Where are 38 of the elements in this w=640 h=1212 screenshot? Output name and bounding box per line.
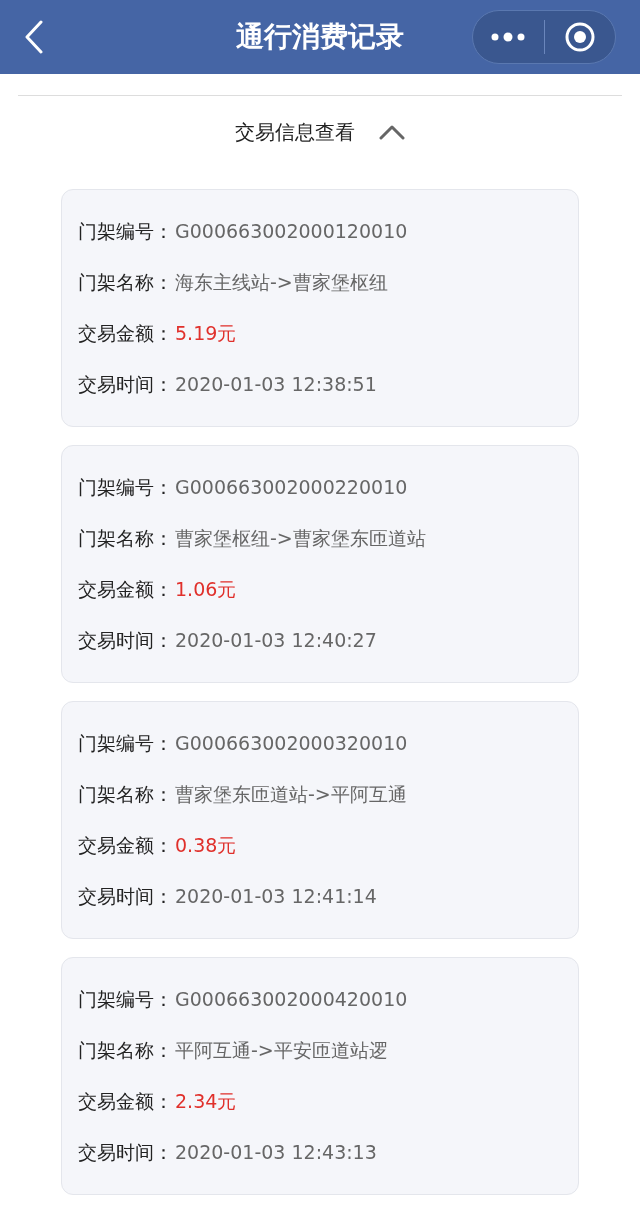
field-value: G000663002000320010: [175, 731, 408, 757]
section-toggle[interactable]: 交易信息查看: [235, 110, 405, 154]
field-label: 交易金额：: [78, 833, 173, 859]
field-label: 门架编号：: [78, 987, 173, 1013]
field-label: 门架编号：: [78, 475, 173, 501]
field-label: 门架编号：: [78, 731, 173, 757]
field-label: 交易金额：: [78, 321, 173, 347]
field-label: 门架名称：: [78, 782, 173, 808]
field-value: G000663002000420010: [175, 987, 408, 1013]
field-label: 门架名称：: [78, 526, 173, 552]
field-label: 交易时间：: [78, 628, 173, 654]
field-value: 平阿互通->平安匝道站逻: [175, 1038, 388, 1064]
field-value: 曹家堡枢纽->曹家堡东匝道站: [175, 526, 426, 552]
field-label: 交易时间：: [78, 884, 173, 910]
field-label: 交易时间：: [78, 372, 173, 398]
field-value: 5.19元: [175, 321, 237, 347]
field-value: G000663002000120010: [175, 219, 408, 245]
field-value: 2020-01-03 12:41:14: [175, 884, 377, 910]
field-value: G000663002000220010: [175, 475, 408, 501]
target-icon: [563, 21, 596, 53]
field-label: 交易金额：: [78, 577, 173, 603]
field-value: 2020-01-03 12:43:13: [175, 1140, 377, 1166]
field-value: 海东主线站->曹家堡枢纽: [175, 270, 388, 296]
page-title: 通行消费记录: [236, 19, 404, 55]
chevron-up-icon: [379, 124, 405, 140]
back-icon: [24, 20, 44, 54]
field-label: 门架名称：: [78, 270, 173, 296]
field-label: 门架编号：: [78, 219, 173, 245]
field-value: 2020-01-03 12:38:51: [175, 372, 377, 398]
field-value: 0.38元: [175, 833, 237, 859]
more-icon: [491, 32, 526, 42]
field-label: 门架名称：: [78, 1038, 173, 1064]
field-value: 1.06元: [175, 577, 237, 603]
field-value: 2.34元: [175, 1089, 237, 1115]
field-value: 曹家堡东匝道站->平阿互通: [175, 782, 407, 808]
field-label: 交易时间：: [78, 1140, 173, 1166]
field-label: 交易金额：: [78, 1089, 173, 1115]
field-value: 2020-01-03 12:40:27: [175, 628, 377, 654]
